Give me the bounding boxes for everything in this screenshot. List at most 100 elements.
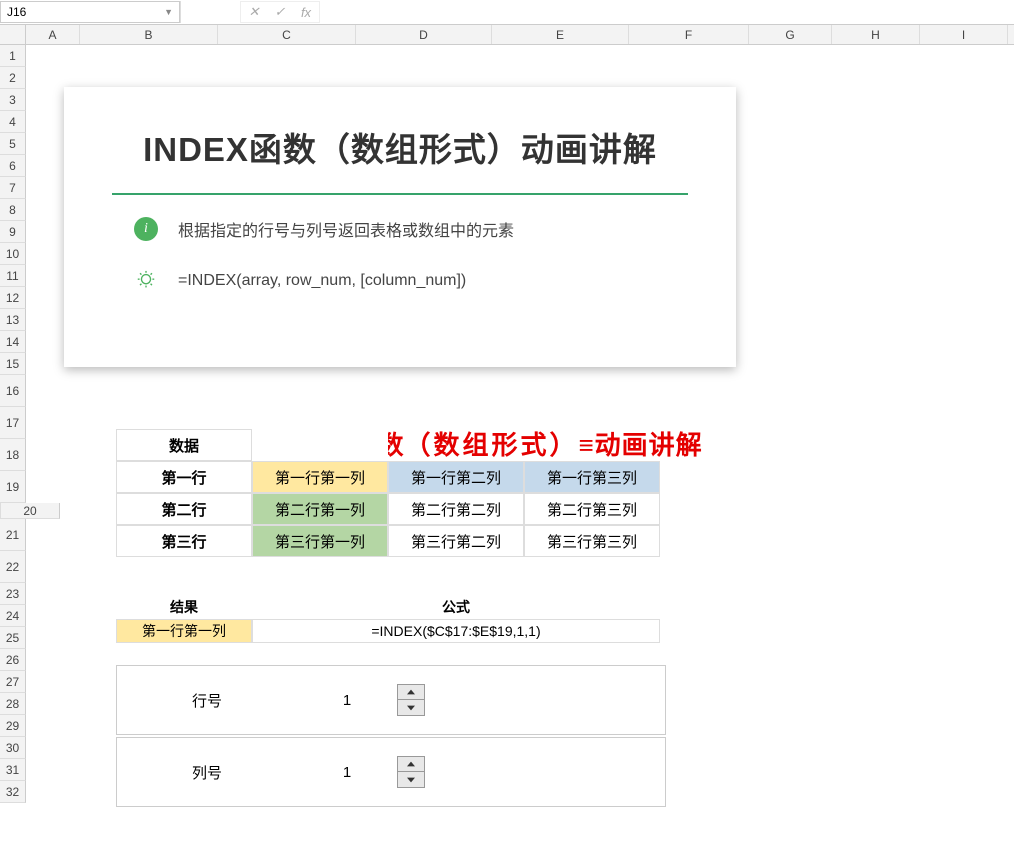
row-header-12[interactable]: 12 <box>0 287 26 309</box>
row-header-18[interactable]: 18 <box>0 439 26 471</box>
column-header-h[interactable]: H <box>832 25 920 44</box>
row-header-6[interactable]: 6 <box>0 155 26 177</box>
row-header-23[interactable]: 23 <box>0 583 26 605</box>
row-header-27[interactable]: 27 <box>0 671 26 693</box>
col-num-label: 列号 <box>117 762 297 783</box>
formula-bar: J16 ▼ ✕ ✓ fx <box>0 0 1014 25</box>
confirm-icon[interactable]: ✓ <box>267 4 293 20</box>
info-card: INDEX函数（数组形式）动画讲解 i 根据指定的行号与列号返回表格或数组中的元… <box>64 87 736 367</box>
col-spin-up-button[interactable] <box>398 757 424 772</box>
blank <box>252 429 388 461</box>
column-headers: ABCDEFGHI <box>0 25 1014 45</box>
row-header-25[interactable]: 25 <box>0 627 26 649</box>
row-header-10[interactable]: 10 <box>0 243 26 265</box>
row-header-21[interactable]: 21 <box>0 519 26 551</box>
col-num-value[interactable]: 1 <box>297 764 397 781</box>
col-spinner <box>397 756 425 788</box>
row-header-15[interactable]: 15 <box>0 353 26 375</box>
row-header-16[interactable]: 16 <box>0 375 26 407</box>
table-row: 第三行 第三行第一列 第三行第二列 第三行第三列 <box>116 525 660 557</box>
row-label-1[interactable]: 第一行 <box>116 461 252 493</box>
col-num-control: 列号 1 <box>116 737 666 807</box>
table-row: 第一行 第一行第一列 第一行第二列 第一行第三列 <box>116 461 660 493</box>
row-header-4[interactable]: 4 <box>0 111 26 133</box>
column-header-a[interactable]: A <box>26 25 80 44</box>
column-header-g[interactable]: G <box>749 25 832 44</box>
row-num-value[interactable]: 1 <box>297 692 397 709</box>
formula-value[interactable]: =INDEX($C$17:$E$19,1,1) <box>252 619 660 643</box>
select-all-corner[interactable] <box>0 25 26 44</box>
row-header-14[interactable]: 14 <box>0 331 26 353</box>
row-header-9[interactable]: 9 <box>0 221 26 243</box>
result-value[interactable]: 第一行第一列 <box>116 619 252 643</box>
cell-2-3[interactable]: 第二行第三列 <box>524 493 660 525</box>
row-header-3[interactable]: 3 <box>0 89 26 111</box>
row-num-control: 行号 1 <box>116 665 666 735</box>
chevron-down-icon[interactable]: ▼ <box>164 7 173 17</box>
row-header-8[interactable]: 8 <box>0 199 26 221</box>
row-header-22[interactable]: 22 <box>0 551 26 583</box>
formula-label: 公式 <box>388 597 524 619</box>
card-formula-row: =INDEX(array, row_num, [column_num]) <box>112 269 688 293</box>
card-divider <box>112 193 688 195</box>
row-spin-up-button[interactable] <box>398 685 424 700</box>
row-headers: 1234567891011121314151617181920212223242… <box>0 45 26 803</box>
data-table: 数据 第一行 第一行第一列 第一行第二列 第一行第三列 第二行 第二行第一列 第… <box>116 429 660 557</box>
row-label-2[interactable]: 第二行 <box>116 493 252 525</box>
name-box[interactable]: J16 ▼ <box>0 1 180 23</box>
row-header-29[interactable]: 29 <box>0 715 26 737</box>
row-header-7[interactable]: 7 <box>0 177 26 199</box>
result-label: 结果 <box>116 597 252 619</box>
lightbulb-icon <box>134 269 158 293</box>
row-header-30[interactable]: 30 <box>0 737 26 759</box>
fx-icon[interactable]: fx <box>293 5 319 20</box>
table-row: 第二行 第二行第一列 第二行第二列 第二行第三列 <box>116 493 660 525</box>
card-desc: 根据指定的行号与列号返回表格或数组中的元素 <box>178 217 514 241</box>
column-header-f[interactable]: F <box>629 25 749 44</box>
cell-3-2[interactable]: 第三行第二列 <box>388 525 524 557</box>
cell-1-1[interactable]: 第一行第一列 <box>252 461 388 493</box>
row-header-24[interactable]: 24 <box>0 605 26 627</box>
spacer <box>180 1 240 23</box>
column-header-d[interactable]: D <box>356 25 492 44</box>
cell-1-3[interactable]: 第一行第三列 <box>524 461 660 493</box>
row-header-20[interactable]: 20 <box>0 503 60 519</box>
cancel-icon[interactable]: ✕ <box>241 4 267 20</box>
row-header-13[interactable]: 13 <box>0 309 26 331</box>
row-header-1[interactable]: 1 <box>0 45 26 67</box>
row-header-26[interactable]: 26 <box>0 649 26 671</box>
column-header-b[interactable]: B <box>80 25 218 44</box>
row-header-17[interactable]: 17 <box>0 407 26 439</box>
row-spinner <box>397 684 425 716</box>
row-header-32[interactable]: 32 <box>0 781 26 803</box>
table-header-row: 数据 <box>116 429 660 461</box>
cell-1-2[interactable]: 第一行第二列 <box>388 461 524 493</box>
row-num-label: 行号 <box>117 690 297 711</box>
row-header-19[interactable]: 19 <box>0 471 26 503</box>
row-header-28[interactable]: 28 <box>0 693 26 715</box>
cell-2-1[interactable]: 第二行第一列 <box>252 493 388 525</box>
spreadsheet-grid: ABCDEFGHI 123456789101112131415161718192… <box>0 25 1014 45</box>
cell-2-2[interactable]: 第二行第二列 <box>388 493 524 525</box>
column-header-c[interactable]: C <box>218 25 356 44</box>
formula-bar-buttons: ✕ ✓ fx <box>240 1 320 23</box>
row-header-2[interactable]: 2 <box>0 67 26 89</box>
card-title: INDEX函数（数组形式）动画讲解 <box>112 123 688 171</box>
row-header-5[interactable]: 5 <box>0 133 26 155</box>
column-header-e[interactable]: E <box>492 25 629 44</box>
formula-input[interactable] <box>320 1 1014 23</box>
name-box-value: J16 <box>7 5 164 19</box>
data-header[interactable]: 数据 <box>116 429 252 461</box>
row-header-31[interactable]: 31 <box>0 759 26 781</box>
row-spin-down-button[interactable] <box>398 700 424 715</box>
card-formula: =INDEX(array, row_num, [column_num]) <box>178 272 466 290</box>
info-icon: i <box>134 217 158 241</box>
col-spin-down-button[interactable] <box>398 772 424 787</box>
row-header-11[interactable]: 11 <box>0 265 26 287</box>
row-label-3[interactable]: 第三行 <box>116 525 252 557</box>
cell-3-3[interactable]: 第三行第三列 <box>524 525 660 557</box>
column-header-i[interactable]: I <box>920 25 1008 44</box>
cell-3-1[interactable]: 第三行第一列 <box>252 525 388 557</box>
result-area: 结果 公式 第一行第一列 =INDEX($C$17:$E$19,1,1) <box>116 597 660 643</box>
card-desc-row: i 根据指定的行号与列号返回表格或数组中的元素 <box>112 217 688 241</box>
